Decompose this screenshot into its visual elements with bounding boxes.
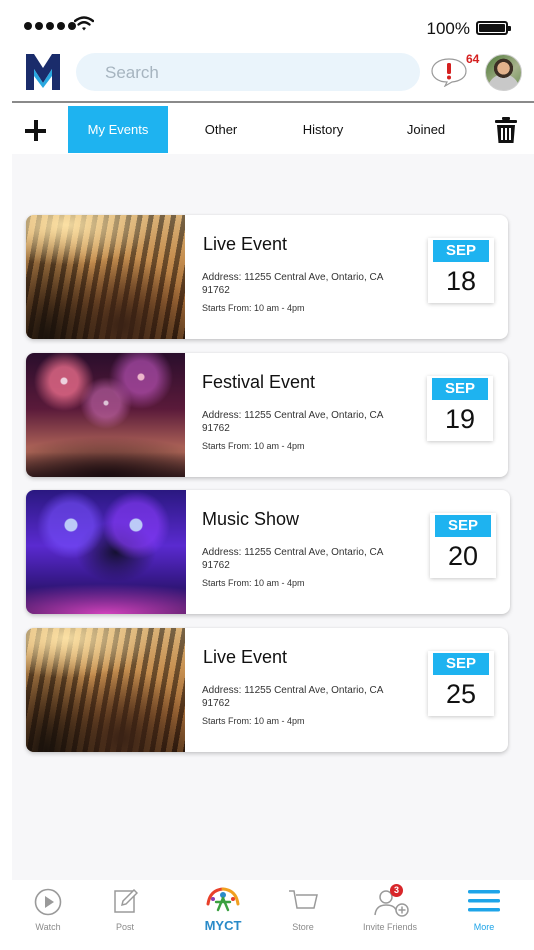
event-day: 19: [444, 404, 476, 434]
event-date-badge: SEP 25: [428, 651, 494, 716]
nav-invite-friends[interactable]: 3 Invite Friends: [360, 880, 420, 950]
battery-percent: 100%: [426, 19, 470, 38]
event-tabs: My Events Other History Joined: [0, 104, 534, 154]
search-input[interactable]: Search: [76, 53, 420, 91]
event-image: [26, 490, 186, 614]
event-address: Address: 11255 Central Ave, Ontario, CA …: [202, 685, 383, 709]
myct-logo-icon: [206, 887, 240, 912]
event-address: Address: 11255 Central Ave, Ontario, CA …: [202, 410, 383, 434]
event-month: SEP: [433, 653, 489, 675]
app-header: Search 64: [0, 48, 534, 100]
status-bar: 100%: [0, 0, 534, 48]
menu-icon: [468, 890, 500, 912]
event-day: 20: [447, 541, 479, 571]
nav-store-label: Store: [292, 922, 314, 932]
event-address: Address: 11255 Central Ave, Ontario, CA …: [202, 272, 383, 296]
bottom-navigation: Watch Post MYCT Store 3 Invite Friends M…: [0, 880, 534, 950]
event-day: 25: [445, 679, 477, 709]
event-card[interactable]: Live Event Address: 11255 Central Ave, O…: [26, 628, 508, 752]
event-day: 18: [445, 266, 477, 296]
search-placeholder: Search: [105, 63, 159, 82]
battery-icon: [476, 21, 511, 35]
event-date-badge: SEP 18: [428, 238, 494, 303]
nav-watch[interactable]: Watch: [22, 880, 74, 950]
event-time: Starts From: 10 am - 4pm: [202, 441, 305, 451]
header-divider: [12, 101, 534, 103]
tab-other[interactable]: Other: [180, 106, 262, 153]
tab-joined[interactable]: Joined: [386, 106, 466, 153]
event-card[interactable]: Music Show Address: 11255 Central Ave, O…: [26, 490, 510, 614]
event-card[interactable]: Live Event Address: 11255 Central Ave, O…: [26, 215, 508, 339]
nav-myct-label: MYCT: [204, 918, 242, 933]
nav-watch-label: Watch: [35, 922, 61, 932]
event-month: SEP: [433, 240, 489, 262]
edit-post-icon: [114, 888, 138, 913]
event-image: [26, 628, 185, 752]
event-title: Live Event: [203, 234, 288, 254]
event-month: SEP: [432, 378, 488, 400]
signal-dots-icon: [24, 22, 76, 30]
nav-more[interactable]: More: [462, 880, 506, 950]
nav-post[interactable]: Post: [102, 880, 148, 950]
app-logo-icon[interactable]: [26, 54, 60, 90]
user-avatar[interactable]: [485, 54, 522, 91]
trash-icon[interactable]: [495, 117, 517, 143]
notification-alert-icon[interactable]: [430, 57, 468, 87]
cart-icon: [289, 890, 318, 909]
nav-store[interactable]: Store: [282, 880, 324, 950]
event-title: Festival Event: [202, 372, 316, 392]
event-address: Address: 11255 Central Ave, Ontario, CA …: [202, 547, 383, 571]
event-image: [26, 215, 185, 339]
event-date-badge: SEP 19: [427, 376, 493, 441]
nav-more-label: More: [473, 922, 495, 932]
event-time: Starts From: 10 am - 4pm: [202, 716, 305, 726]
invite-badge: 3: [390, 884, 403, 897]
event-card[interactable]: Festival Event Address: 11255 Central Av…: [26, 353, 508, 477]
add-event-button[interactable]: [24, 119, 48, 143]
event-title: Music Show: [202, 509, 300, 529]
event-image: [26, 353, 185, 477]
alert-count-badge: 64: [466, 52, 480, 66]
play-icon: [34, 888, 62, 916]
tab-history[interactable]: History: [280, 106, 366, 153]
event-time: Starts From: 10 am - 4pm: [202, 578, 305, 588]
nav-invite-label: Invite Friends: [362, 922, 418, 932]
event-month: SEP: [435, 515, 491, 537]
event-time: Starts From: 10 am - 4pm: [202, 303, 305, 313]
wifi-icon: [74, 16, 94, 31]
nav-post-label: Post: [115, 922, 134, 932]
event-title: Live Event: [203, 647, 288, 667]
tab-my-events[interactable]: My Events: [68, 106, 168, 153]
nav-myct[interactable]: MYCT: [196, 880, 250, 950]
event-date-badge: SEP 20: [430, 513, 496, 578]
